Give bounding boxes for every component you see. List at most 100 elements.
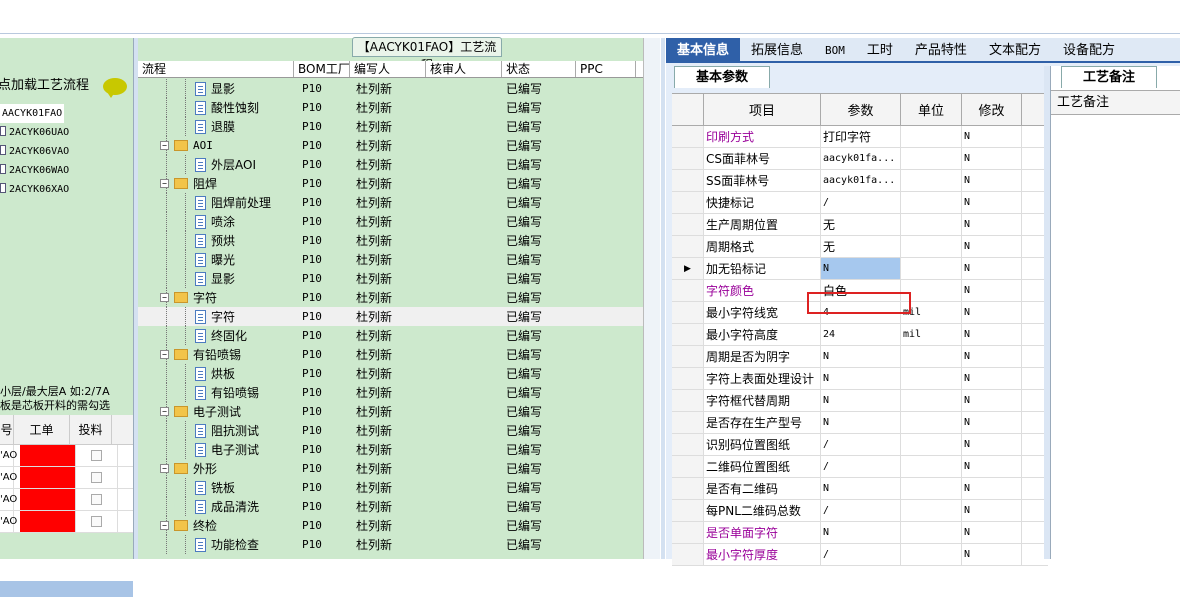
tab-3[interactable]: 工时 [856,38,904,61]
flow-step[interactable]: − 阻焊 [160,175,217,192]
param-cell[interactable]: 白色 [821,280,901,301]
param-cell[interactable]: N [821,390,901,411]
feed-checkbox[interactable] [91,450,102,461]
flow-row[interactable]: − 终检 P10 杜列新 已编写 [138,516,643,535]
flow-step[interactable]: 成品清洗 [195,498,259,515]
flow-row[interactable]: 酸性蚀刻 P10 杜列新 已编写 [138,98,643,117]
param-cell[interactable]: N [821,478,901,499]
flow-step[interactable]: 功能检查 [195,536,259,553]
modify-cell[interactable]: N [962,324,1022,345]
col-header-flow[interactable]: 流程 [138,61,294,77]
collapse-icon[interactable]: − [160,293,169,302]
modify-cell[interactable]: N [962,148,1022,169]
col-header-ppc[interactable]: PPC [576,61,636,77]
col-header-bom[interactable]: BOM工厂 [294,61,350,77]
modify-cell[interactable]: N [962,258,1022,279]
param-row[interactable]: 最小字符高度 24 mil N [672,324,1048,346]
param-cell[interactable]: N [821,258,901,279]
col-header-status[interactable]: 状态 [502,61,576,77]
feed-checkbox[interactable] [91,472,102,483]
flow-step[interactable]: 阻焊前处理 [195,194,271,211]
modify-cell[interactable]: N [962,192,1022,213]
modify-cell[interactable]: N [962,346,1022,367]
param-row[interactable]: 是否单面字符 N N [672,522,1048,544]
modify-cell[interactable]: N [962,434,1022,455]
param-row[interactable]: 字符颜色 白色 N [672,280,1048,302]
flow-row[interactable]: 阻抗测试 P10 杜列新 已编写 [138,421,643,440]
collapse-icon[interactable]: − [160,464,169,473]
flow-row[interactable]: 功能检查 P10 杜列新 已编写 [138,535,643,554]
param-cell[interactable]: N [821,346,901,367]
modify-cell[interactable]: N [962,368,1022,389]
flow-row[interactable]: 字符 P10 杜列新 已编写 [138,307,643,326]
modify-cell[interactable]: N [962,456,1022,477]
flow-step[interactable]: 烘板 [195,365,235,382]
modify-cell[interactable]: N [962,522,1022,543]
tab-basic-params[interactable]: 基本参数 [674,66,770,88]
mid-splitter[interactable] [661,38,665,559]
param-row[interactable]: 字符框代替周期 N N [672,390,1048,412]
flow-row[interactable]: − AOI P10 杜列新 已编写 [138,136,643,155]
flow-row[interactable]: 成品清洗 P10 杜列新 已编写 [138,497,643,516]
flow-row[interactable]: 铣板 P10 杜列新 已编写 [138,478,643,497]
param-cell[interactable]: 无 [821,236,901,257]
modify-cell[interactable]: N [962,544,1022,565]
flow-step[interactable]: 酸性蚀刻 [195,99,259,116]
left-tree-item[interactable]: 2ACYK06VAO [0,142,133,161]
tab-4[interactable]: 产品特性 [904,38,978,61]
flow-row[interactable]: − 电子测试 P10 杜列新 已编写 [138,402,643,421]
param-row[interactable]: 周期是否为阴字 N N [672,346,1048,368]
flow-scrollbar[interactable] [643,38,660,559]
tab-5[interactable]: 文本配方 [978,38,1052,61]
flow-row[interactable]: 喷涂 P10 杜列新 已编写 [138,212,643,231]
tab-6[interactable]: 设备配方 [1052,38,1126,61]
param-row[interactable]: 快捷标记 / N [672,192,1048,214]
flow-step[interactable]: 终固化 [195,327,247,344]
work-order-row[interactable]: 'AO [0,445,133,467]
param-cell[interactable]: N [821,412,901,433]
flow-row[interactable]: − 阻焊 P10 杜列新 已编写 [138,174,643,193]
flow-row[interactable]: 阻焊前处理 P10 杜列新 已编写 [138,193,643,212]
col-header-param[interactable]: 参数 [821,94,901,125]
collapse-icon[interactable]: − [160,141,169,150]
modify-cell[interactable]: N [962,236,1022,257]
tab-process-flow[interactable]: 【AACYK01FAO】工艺流程 [352,37,502,72]
col-header-unit[interactable]: 单位 [901,94,962,125]
flow-row[interactable]: 有铅喷锡 P10 杜列新 已编写 [138,383,643,402]
work-order-row[interactable]: 'AO [0,489,133,511]
modify-cell[interactable]: N [962,280,1022,301]
param-cell[interactable]: 打印字符 [821,126,901,147]
param-row[interactable]: CS面菲林号 aacyk01fa... N [672,148,1048,170]
param-row[interactable]: 字符上表面处理设计 N N [672,368,1048,390]
flow-step[interactable]: − 终检 [160,517,217,534]
flow-row[interactable]: 终固化 P10 杜列新 已编写 [138,326,643,345]
modify-cell[interactable]: N [962,390,1022,411]
col-header-modify[interactable]: 修改 [962,94,1022,125]
modify-cell[interactable]: N [962,412,1022,433]
col-header-item[interactable]: 项目 [704,94,821,125]
work-order-row[interactable]: 'AO [0,511,133,533]
param-cell[interactable]: / [821,434,901,455]
param-row[interactable]: SS面菲林号 aacyk01fa... N [672,170,1048,192]
flow-step[interactable]: 电子测试 [195,441,259,458]
flow-row[interactable]: 预烘 P10 杜列新 已编写 [138,231,643,250]
feed-checkbox[interactable] [91,516,102,527]
flow-step[interactable]: 喷涂 [195,213,235,230]
chat-bubble-icon[interactable] [103,78,127,98]
param-row[interactable]: 最小字符线宽 4 mil N [672,302,1048,324]
load-process-title[interactable]: 点加载工艺流程 [0,74,89,93]
param-row[interactable]: ▶ 加无铅标记 N N [672,258,1048,280]
param-cell[interactable]: 24 [821,324,901,345]
collapse-icon[interactable]: − [160,521,169,530]
param-row[interactable]: 印刷方式 打印字符 N [672,126,1048,148]
flow-row[interactable]: 显影 P10 杜列新 已编写 [138,79,643,98]
param-cell[interactable]: aacyk01fa... [821,148,901,169]
work-order-row[interactable]: 'AO [0,467,133,489]
param-cell[interactable]: / [821,456,901,477]
flow-row[interactable]: 电子测试 P10 杜列新 已编写 [138,440,643,459]
flow-row[interactable]: 外层AOI P10 杜列新 已编写 [138,155,643,174]
tab-0[interactable]: 基本信息 [666,38,741,61]
param-row[interactable]: 识别码位置图纸 / N [672,434,1048,456]
modify-cell[interactable]: N [962,126,1022,147]
left-tree-item[interactable]: 2ACYK06XAO [0,180,133,199]
